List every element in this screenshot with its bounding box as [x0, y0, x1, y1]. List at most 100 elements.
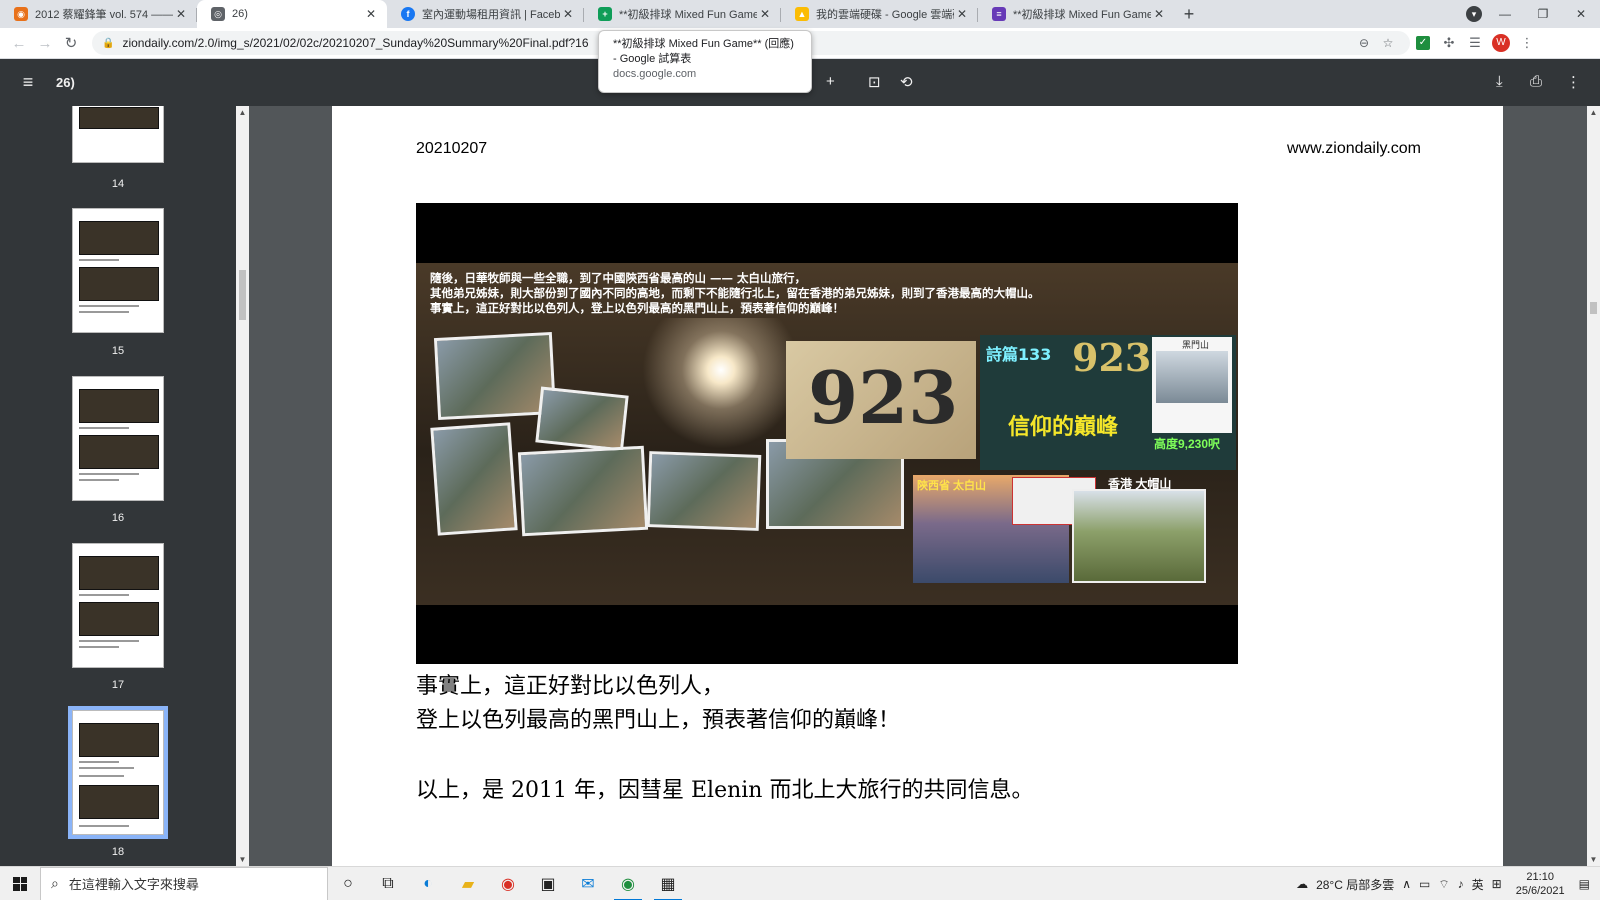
calculator-icon[interactable]: ▦ [648, 867, 688, 900]
psalm-number: 923 [1072, 335, 1152, 380]
psalm-panel: 詩篇133 923 信仰的巔峰 黑門山 高度9,230呎 [980, 335, 1236, 470]
clock[interactable]: 21:10 25/6/2021 [1516, 870, 1565, 898]
reading-list-icon[interactable]: ☰ [1462, 34, 1488, 52]
page-number: 14 [111, 178, 125, 190]
sheets-icon: + [598, 7, 612, 21]
minimize-icon[interactable]: — [1486, 7, 1524, 21]
tab-5[interactable]: ≡ **初級排球 Mixed Fun Game** - ✕ [978, 0, 1175, 28]
more-options-icon[interactable]: ⋮ [1566, 73, 1581, 91]
zoom-in-icon[interactable]: + [826, 73, 835, 90]
tab-4[interactable]: ▲ 我的雲端硬碟 - Google 雲端硬碟 ✕ [781, 0, 978, 28]
page-thumbnail[interactable] [72, 106, 164, 163]
psalm-title: 詩篇133 [986, 345, 1052, 364]
sidebar-scrollbar[interactable]: ▲ ▼ [236, 106, 249, 866]
page-scrollbar[interactable]: ▲ ▼ [1587, 106, 1600, 866]
ime-mode-icon[interactable]: ⊞ [1492, 877, 1502, 891]
page-thumbnail[interactable] [72, 543, 164, 668]
edge-icon[interactable]: ◐ [408, 867, 448, 900]
lock-icon[interactable]: 🔒 [102, 38, 114, 49]
system-tray: ☁ 28°C 局部多雲 ∧ ▭ ⌔ ♪ 英 ⊞ 21:10 25/6/2021 … [1292, 867, 1600, 900]
tab-1[interactable]: ◎ 26) ✕ [197, 0, 387, 28]
close-icon[interactable]: ✕ [560, 7, 576, 21]
profile-avatar[interactable]: W [1492, 34, 1510, 52]
close-icon[interactable]: ✕ [954, 7, 970, 21]
tab-label: 我的雲端硬碟 - Google 雲端硬碟 [816, 9, 954, 21]
pdf-title: 26) [56, 75, 75, 90]
chrome-icon[interactable]: ◉ [608, 867, 648, 900]
close-icon[interactable]: ✕ [363, 7, 379, 21]
group-photo [430, 422, 518, 536]
parchment-panel: 923 [786, 341, 976, 459]
restore-icon[interactable]: ❐ [1524, 7, 1562, 21]
big-number: 923 [808, 355, 959, 440]
chrome-menu-icon[interactable]: ⋮ [1514, 34, 1540, 52]
extensions-puzzle-icon[interactable]: ✣ [1436, 34, 1462, 52]
slide-caption: 隨後，日華牧師與一些全職，到了中國陝西省最高的山 —— 太白山旅行， 其他弟兄姊… [430, 271, 1040, 315]
group-photo [535, 386, 629, 452]
body-paragraph: 以上，是 2011 年，因彗星 Elenin 而北上大旅行的共同信息。 [416, 778, 1034, 803]
group-photo [433, 331, 557, 421]
drive-icon: ▲ [795, 7, 809, 21]
tab-search-icon[interactable]: ▾ [1466, 6, 1482, 22]
tab-label: **初級排球 Mixed Fun Game** - [1013, 9, 1151, 21]
page-number: 16 [111, 512, 125, 524]
cortana-icon[interactable]: ○ [328, 867, 368, 900]
weather-icon[interactable]: ☁ [1296, 877, 1308, 891]
close-window-icon[interactable]: ✕ [1562, 7, 1600, 21]
rotate-icon[interactable]: ⟲ [900, 73, 913, 91]
weather-text[interactable]: 28°C 局部多雲 [1316, 876, 1394, 893]
zoom-icon[interactable]: ⊖ [1352, 36, 1376, 50]
bookmark-star-icon[interactable]: ☆ [1376, 36, 1400, 50]
volume-icon[interactable]: ♪ [1458, 877, 1464, 891]
task-view-icon[interactable]: ⧉ [368, 867, 408, 900]
height-text: 高度9,230呎 [1154, 437, 1221, 451]
ime-indicator[interactable]: 英 [1472, 876, 1484, 893]
chevron-up-icon[interactable]: ∧ [1402, 877, 1411, 891]
extension-check-icon[interactable]: ✓ [1410, 34, 1436, 52]
start-button[interactable] [0, 867, 40, 900]
taimoshan-label: 香港 大帽山 [1108, 477, 1172, 491]
fit-page-icon[interactable]: ⊡ [868, 73, 881, 91]
print-icon[interactable]: ⎙ [1530, 73, 1542, 90]
tab-favicon-icon: ◉ [14, 7, 28, 21]
mail-icon[interactable]: ✉ [568, 867, 608, 900]
page-thumbnail-selected[interactable] [68, 706, 168, 839]
reload-icon[interactable]: ↻ [58, 34, 84, 52]
hamburger-menu-icon[interactable]: ≡ [0, 72, 56, 93]
page-number: 17 [111, 679, 125, 691]
close-icon[interactable]: ✕ [1151, 7, 1167, 21]
tab-0[interactable]: ◉ 2012 蔡耀鋒筆 vol. 574 —— 修補 ✕ [0, 0, 197, 28]
page-number: 18 [111, 846, 125, 858]
tooltip-title: **初級排球 Mixed Fun Game** (回應) - Google 試算… [613, 38, 794, 65]
forms-icon: ≡ [992, 7, 1006, 21]
network-icon[interactable]: ⌔ [1438, 877, 1449, 892]
pdf-page: 20210207 www.ziondaily.com 隨後，日華牧師與一些全職，… [332, 106, 1503, 866]
file-explorer-icon[interactable]: ▰ [448, 867, 488, 900]
tooltip-domain: docs.google.com [613, 68, 697, 80]
search-icon: ⌕ [51, 875, 59, 891]
taskbar-search[interactable]: ⌕ 在這裡輸入文字來搜尋 [40, 866, 328, 900]
chrome-alt-icon[interactable]: ◉ [488, 867, 528, 900]
windows-taskbar: ⌕ 在這裡輸入文字來搜尋 ○ ⧉ ◐ ▰ ◉ ▣ ✉ ◉ ▦ ☁ 28°C 局部… [0, 866, 1600, 900]
page-thumbnail[interactable] [72, 208, 164, 333]
tab-strip: ◉ 2012 蔡耀鋒筆 vol. 574 —— 修補 ✕ ◎ 26) ✕ f 室… [0, 0, 1600, 28]
forward-icon[interactable]: → [32, 35, 58, 52]
tab-2[interactable]: f 室內運動場租用資訊 | Facebook ✕ [387, 0, 584, 28]
new-tab-button[interactable]: + [1175, 0, 1203, 28]
download-icon[interactable]: ⤓ [1496, 73, 1503, 90]
battery-icon[interactable]: ▭ [1419, 877, 1430, 891]
tab-label: **初級排球 Mixed Fun Game** ( [619, 9, 757, 21]
thumbnail-sidebar: 14 15 16 17 18 ▲ ▼ [0, 106, 249, 866]
close-icon[interactable]: ✕ [757, 7, 773, 21]
tab-label: 室內運動場租用資訊 | Facebook [422, 9, 560, 21]
notifications-icon[interactable]: ▤ [1579, 877, 1590, 891]
page-thumbnail[interactable] [72, 376, 164, 501]
body-paragraph: 事實上，這正好對比以色列人， 登上以色列最高的黑門山上，預表著信仰的巔峰！ [416, 674, 901, 733]
page-date: 20210207 [416, 140, 488, 157]
facebook-icon: f [401, 7, 415, 21]
tab-3[interactable]: + **初級排球 Mixed Fun Game** ( ✕ [584, 0, 781, 28]
page-number: 15 [111, 345, 125, 357]
back-icon[interactable]: ← [6, 35, 32, 52]
store-icon[interactable]: ▣ [528, 867, 568, 900]
close-icon[interactable]: ✕ [173, 7, 189, 21]
